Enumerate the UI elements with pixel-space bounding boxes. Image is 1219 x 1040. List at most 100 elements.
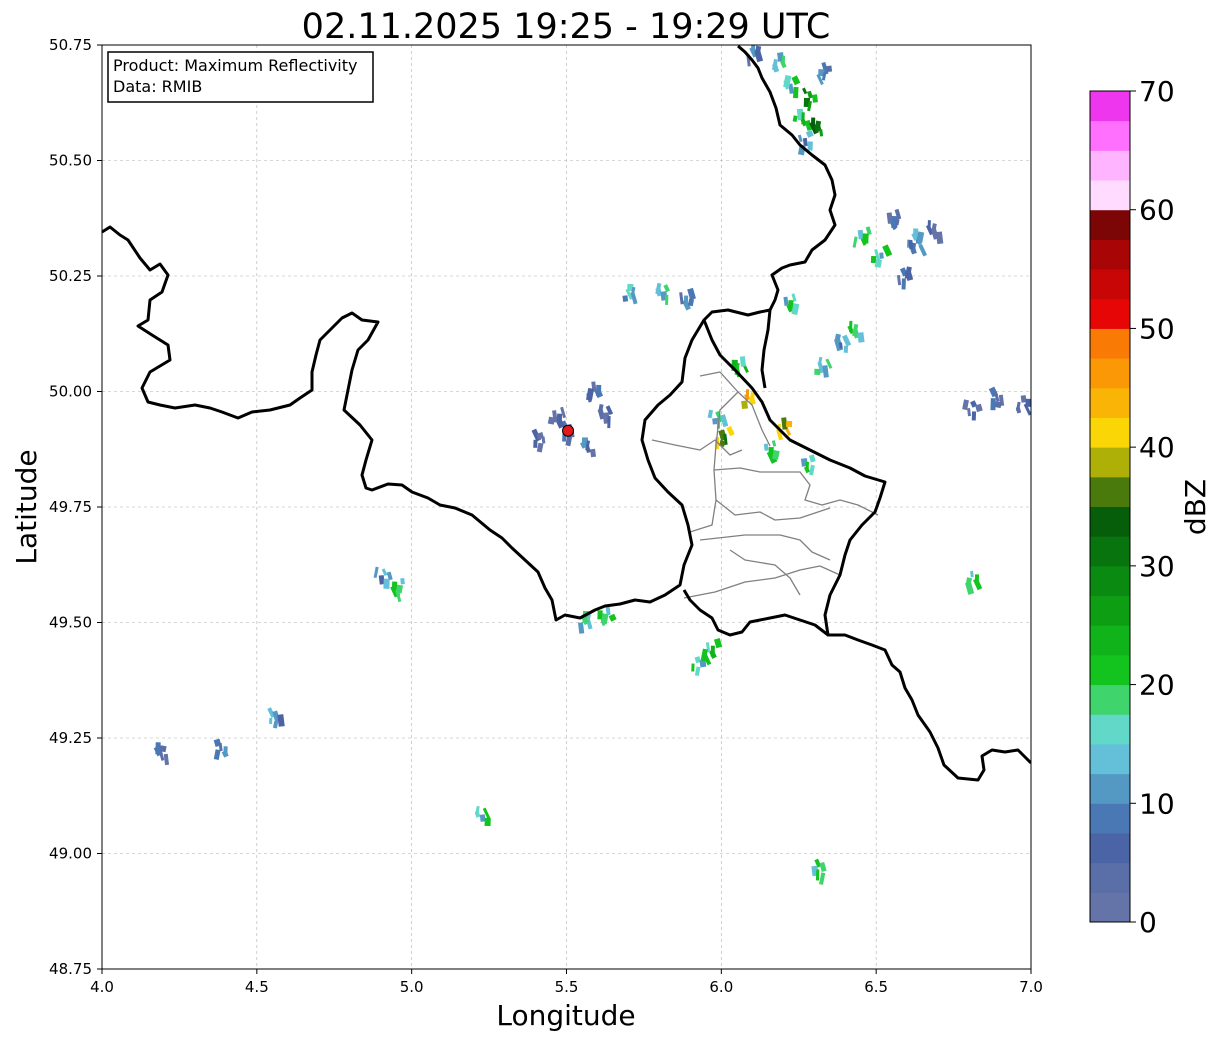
x-axis-ticks: 4.0 4.5 5.0 5.5 6.0 6.5 7.0 — [90, 969, 1043, 996]
colorbar-segment — [1090, 328, 1130, 359]
echo-pixel — [383, 578, 390, 589]
colorbar-segment — [1090, 180, 1130, 211]
colorbar-tick-label: 70 — [1139, 75, 1175, 108]
colorbar-tick-label: 30 — [1139, 550, 1175, 583]
y-tick-label: 50.75 — [49, 36, 92, 54]
colorbar-segment — [1090, 358, 1130, 389]
colorbar-segment — [1090, 120, 1130, 151]
x-tick-label: 4.5 — [245, 978, 269, 996]
echo-pixel — [556, 413, 563, 420]
echo-pixel — [815, 869, 820, 881]
echo-pixel — [533, 439, 538, 448]
y-tick-label: 50.50 — [49, 152, 92, 170]
echo-pixel — [710, 645, 715, 657]
x-tick-label: 6.0 — [709, 978, 733, 996]
y-tick-label: 48.75 — [49, 960, 92, 978]
echo-pixel — [781, 55, 786, 66]
colorbar-segment — [1090, 91, 1130, 122]
echo-pixel — [155, 742, 161, 755]
echo-pixel — [223, 746, 228, 756]
y-axis-ticks: 48.75 49.00 49.25 49.50 49.75 50.00 50.25 50.50… — [49, 36, 102, 978]
echo-pixel — [590, 448, 597, 458]
colorbar-segment — [1090, 209, 1130, 240]
colorbar — [1089, 90, 1131, 923]
colorbar-tick-label: 40 — [1139, 431, 1175, 464]
echo-pixel — [849, 320, 853, 332]
x-tick-label: 5.0 — [400, 978, 424, 996]
colorbar-segment — [1090, 536, 1130, 567]
echo-pixel — [622, 295, 629, 302]
echo-pixel — [974, 574, 980, 582]
colorbar-segment — [1090, 773, 1130, 804]
radar-map-figure: 02.11.2025 19:25 - 19:29 UTC 4.0 4.5 5.0… — [10, 7, 1212, 1032]
colorbar-segment — [1090, 803, 1130, 834]
echo-pixel — [595, 384, 602, 397]
colorbar-segment — [1090, 298, 1130, 329]
x-tick-label: 4.0 — [90, 978, 114, 996]
colorbar-segment — [1090, 387, 1130, 418]
colorbar-segment — [1090, 714, 1130, 745]
echo-pixel — [391, 581, 398, 589]
colorbar-tick-label: 60 — [1139, 194, 1175, 227]
echo-pixel — [607, 415, 611, 429]
colorbar-segment — [1090, 743, 1130, 775]
echo-pixel — [927, 220, 931, 227]
colorbar-segment — [1090, 832, 1130, 864]
echo-pixel — [814, 368, 821, 375]
colorbar-ticks: 0 10 20 30 40 50 60 70 — [1130, 75, 1175, 939]
echo-pixel — [901, 278, 906, 290]
echo-pixel — [665, 294, 669, 305]
y-tick-label: 49.50 — [49, 614, 92, 632]
echo-pixel — [484, 817, 491, 827]
colorbar-label: dBZ — [1179, 479, 1212, 535]
colorbar-segment — [1090, 476, 1130, 507]
y-tick-label: 50.25 — [49, 267, 92, 285]
echo-pixel — [793, 86, 799, 99]
y-axis-label: Latitude — [10, 449, 43, 564]
echo-pixel — [990, 398, 996, 411]
colorbar-segment — [1090, 862, 1130, 893]
colorbar-segment — [1090, 417, 1130, 448]
colorbar-tick-label: 10 — [1139, 787, 1175, 820]
echo-pixel — [741, 400, 749, 410]
echo-pixel — [768, 446, 774, 456]
x-tick-label: 7.0 — [1019, 978, 1043, 996]
y-tick-label: 50.00 — [49, 383, 92, 401]
colorbar-segment — [1090, 654, 1130, 686]
chart-title: 02.11.2025 19:25 - 19:29 UTC — [302, 7, 831, 47]
colorbar-segment — [1090, 269, 1130, 300]
echo-pixel — [683, 295, 689, 302]
echo-pixel — [159, 745, 167, 753]
echo-pixel — [994, 401, 1002, 409]
colorbar-segment — [1090, 892, 1130, 923]
radar-location-marker — [562, 424, 575, 437]
x-axis-label: Longitude — [496, 999, 635, 1032]
colorbar-tick-label: 50 — [1139, 312, 1175, 345]
echo-pixel — [801, 112, 805, 125]
echo-pixel — [843, 345, 849, 353]
colorbar-tick-label: 20 — [1139, 669, 1175, 702]
info-box: Product: Maximum Reflectivity Data: RMIB — [107, 51, 374, 103]
x-tick-label: 6.5 — [864, 978, 888, 996]
x-tick-label: 5.5 — [555, 978, 579, 996]
colorbar-segment — [1090, 150, 1130, 181]
echo-pixel — [745, 389, 750, 399]
y-tick-label: 49.75 — [49, 498, 92, 516]
echo-pixel — [785, 420, 793, 428]
echo-pixel — [971, 411, 977, 421]
echo-pixel — [810, 117, 816, 126]
info-product-text: Product: Maximum Reflectivity — [113, 56, 357, 75]
echo-pixel — [763, 443, 769, 451]
info-data-source-text: Data: RMIB — [113, 77, 202, 96]
y-tick-label: 49.00 — [49, 845, 92, 863]
echo-pixel — [862, 233, 869, 244]
colorbar-segment — [1090, 625, 1130, 656]
echo-pixel — [826, 65, 833, 73]
echo-pixel — [857, 332, 865, 343]
colorbar-segment — [1090, 565, 1130, 597]
echo-pixel — [691, 663, 695, 672]
echo-pixel — [269, 717, 273, 725]
echo-pixel — [807, 141, 813, 151]
echo-pixel — [400, 578, 405, 585]
colorbar-segment — [1090, 684, 1130, 715]
